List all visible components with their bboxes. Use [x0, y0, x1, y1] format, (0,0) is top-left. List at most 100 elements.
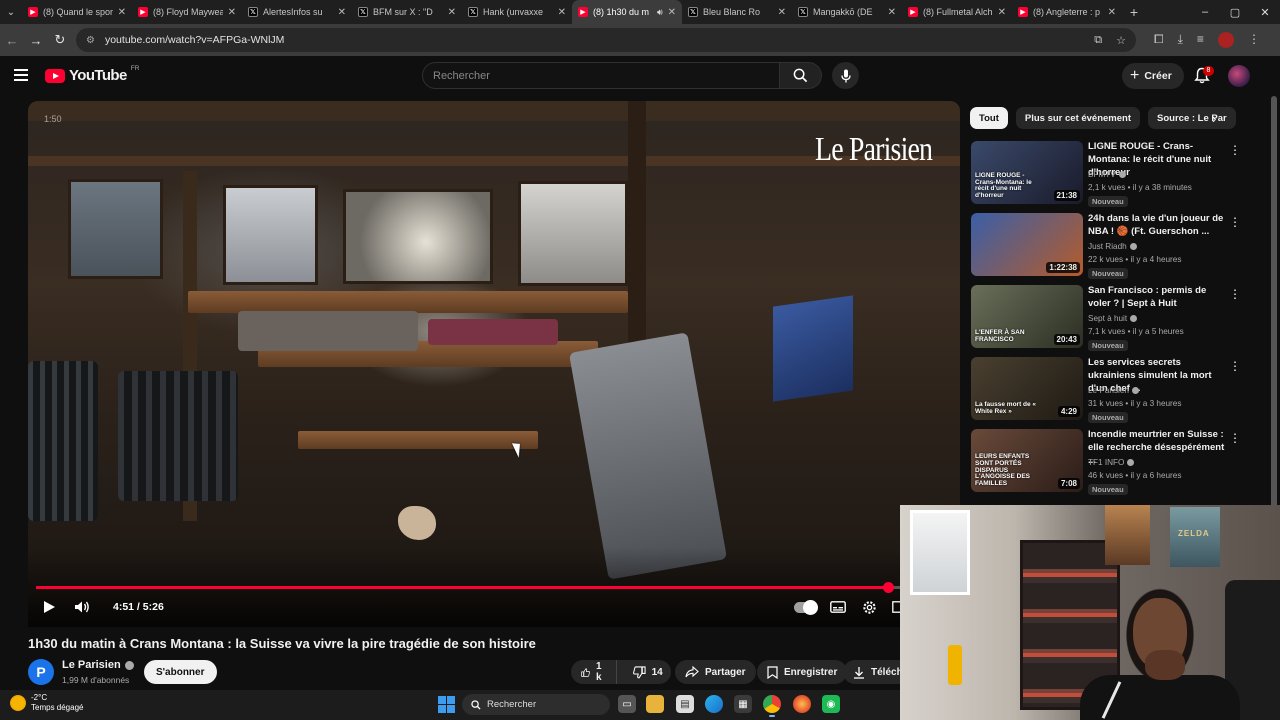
tab-close-icon[interactable]: ✕	[558, 7, 566, 18]
browser-tab[interactable]: ▶ (8) Fullmetal Alch ✕	[902, 0, 1012, 24]
channel-name[interactable]: Le Parisien	[62, 659, 121, 671]
minimize-icon[interactable]: –	[1190, 6, 1220, 18]
video-player[interactable]: 1:50 Le Parisien 4:51 / 5:26	[28, 101, 960, 627]
recommended-channel-row[interactable]: TF1 INFO	[1088, 458, 1135, 467]
media-icon[interactable]: ≡	[1197, 32, 1204, 48]
browser-tab[interactable]: ▶ (8) Quand le sport ✕	[22, 0, 132, 24]
windows-start-icon[interactable]	[438, 696, 455, 713]
video-thumbnail[interactable]: LEURS ENFANTS SONT PORTÉS DISPARUS L'ANG…	[971, 429, 1083, 492]
filter-chip[interactable]: Plus sur cet événement	[1015, 107, 1141, 129]
address-bar[interactable]: ⚙ youtube.com/watch?v=AFPGa-WNlJM ⧉ ☆	[76, 28, 1136, 52]
like-button[interactable]: 1 k	[571, 660, 617, 684]
tab-close-icon[interactable]: ✕	[338, 7, 346, 18]
chevron-right-icon[interactable]: ›	[1212, 111, 1216, 126]
account-avatar[interactable]	[1228, 65, 1250, 87]
filter-chip[interactable]: Source : Le Par	[1148, 107, 1236, 129]
close-window-icon[interactable]: ✕	[1250, 6, 1280, 19]
recommended-channel[interactable]: Just Riadh	[1088, 242, 1127, 251]
browser-tab[interactable]: ▶ (8) Floyd Maywea ✕	[132, 0, 242, 24]
browser-tab[interactable]: ▶ (8) Angleterre : p ✕	[1012, 0, 1122, 24]
youtube-logo[interactable]: YouTube FR	[45, 65, 139, 84]
recommended-video-title[interactable]: San Francisco : permis de voler ? | Sept…	[1088, 285, 1230, 311]
recommended-video[interactable]: LEURS ENFANTS SONT PORTÉS DISPARUS L'ANG…	[971, 429, 1261, 495]
search-button[interactable]	[780, 62, 822, 89]
more-options-icon[interactable]: ⋮	[1229, 431, 1241, 445]
menu-icon[interactable]	[14, 69, 28, 81]
browser-tab[interactable]: 𝕏 Hank (unvaxxe ✕	[462, 0, 572, 24]
firefox-icon[interactable]	[793, 695, 811, 713]
browser-menu-icon[interactable]: ⋮	[1248, 32, 1260, 48]
recommended-channel-row[interactable]: Sept à huit	[1088, 314, 1138, 323]
recommended-video[interactable]: LIGNE ROUGE - Crans-Montana: le récit d'…	[971, 141, 1261, 207]
chrome-icon[interactable]	[763, 695, 781, 717]
speaker-icon[interactable]: 🔊︎	[657, 7, 663, 18]
browser-tab[interactable]: 𝕏 Mangakkō (DE ✕	[792, 0, 902, 24]
recommended-video[interactable]: La fausse mort de « White Rex » 4:29 Les s…	[971, 357, 1261, 423]
tab-close-icon[interactable]: ✕	[1108, 7, 1116, 18]
taskbar-search[interactable]: Rechercher	[462, 694, 610, 715]
channel-avatar[interactable]: P	[28, 659, 54, 685]
maximize-icon[interactable]: ▢	[1220, 6, 1250, 19]
task-view-icon[interactable]: ▭	[618, 695, 636, 713]
edge-icon[interactable]	[705, 695, 723, 713]
dislike-button[interactable]: 14	[623, 660, 673, 684]
settings-button[interactable]	[862, 597, 877, 617]
recommended-channel[interactable]: TF1 INFO	[1088, 458, 1124, 467]
play-button[interactable]	[42, 597, 56, 617]
browser-tab[interactable]: 𝕏 BFM sur X : "D ✕	[352, 0, 462, 24]
install-icon[interactable]: ⧉	[1094, 34, 1102, 47]
app-green-icon[interactable]: ◉	[822, 695, 840, 713]
recommended-video-title[interactable]: 24h dans la vie d'un joueur de NBA ! 🏀 (…	[1088, 213, 1230, 239]
filter-chip[interactable]: Tout	[970, 107, 1008, 129]
voice-search-button[interactable]	[832, 62, 859, 89]
browser-tab[interactable]: 𝕏 Bleu Blanc Ro ✕	[682, 0, 792, 24]
tab-search-icon[interactable]: ⌄	[0, 0, 22, 24]
search-input[interactable]	[433, 69, 769, 82]
tab-close-icon[interactable]: ✕	[448, 7, 456, 18]
create-button[interactable]: + Créer	[1122, 63, 1184, 89]
browser-tab[interactable]: 𝕏 AlertesInfos su ✕	[242, 0, 352, 24]
recommended-channel[interactable]: BFMTV	[1088, 170, 1116, 179]
reload-icon[interactable]: ↻	[48, 28, 72, 52]
video-thumbnail[interactable]: 1:22:38	[971, 213, 1083, 276]
video-thumbnail[interactable]: La fausse mort de « White Rex » 4:29	[971, 357, 1083, 420]
recommended-video[interactable]: 1:22:38 24h dans la vie d'un joueur de NB…	[971, 213, 1261, 279]
tab-close-icon[interactable]: ✕	[998, 7, 1006, 18]
recommended-channel[interactable]: Sept à huit	[1088, 314, 1127, 323]
video-thumbnail[interactable]: LIGNE ROUGE - Crans-Montana: le récit d'…	[971, 141, 1083, 204]
recommended-channel[interactable]: Le Parisien	[1088, 386, 1129, 395]
volume-button[interactable]	[74, 597, 90, 617]
autoplay-toggle[interactable]	[794, 600, 818, 615]
new-tab-button[interactable]: +	[1122, 4, 1146, 20]
recommended-channel-row[interactable]: BFMTV	[1088, 170, 1126, 179]
channel-name-row[interactable]: Le Parisien	[62, 659, 134, 671]
recommended-channel-row[interactable]: Le Parisien	[1088, 386, 1139, 395]
store-icon[interactable]: ▦	[734, 695, 752, 713]
download-icon[interactable]: ⤓	[1178, 32, 1183, 48]
recommended-channel-row[interactable]: Just Riadh	[1088, 242, 1137, 251]
weather-widget[interactable]: -2°C Temps dégagé	[10, 693, 83, 713]
tab-close-icon[interactable]: ✕	[778, 7, 786, 18]
profile-avatar[interactable]	[1217, 32, 1234, 48]
scrubber-handle[interactable]	[882, 582, 894, 593]
progress-bar[interactable]	[36, 582, 952, 593]
tab-close-icon[interactable]: ✕	[888, 7, 896, 18]
tab-close-icon[interactable]: ✕	[118, 7, 126, 18]
site-info-icon[interactable]: ⚙	[86, 35, 95, 46]
recommended-video[interactable]: L'ENFER À SAN FRANCISCO 20:43 San Francisc…	[971, 285, 1261, 351]
share-button[interactable]: Partager	[675, 660, 756, 684]
browser-tab[interactable]: ▶ (8) 1h30 du m 🔊︎ ✕	[572, 0, 682, 24]
more-options-icon[interactable]: ⋮	[1229, 287, 1241, 301]
back-icon[interactable]: ←	[0, 28, 24, 52]
bookmark-star-icon[interactable]: ☆	[1116, 34, 1126, 47]
subscribe-button[interactable]: S'abonner	[144, 660, 217, 684]
extensions-icon[interactable]: ⧠	[1154, 32, 1164, 48]
forward-icon[interactable]: →	[24, 28, 48, 52]
more-options-icon[interactable]: ⋮	[1229, 143, 1241, 157]
notepad-icon[interactable]: ▤	[676, 695, 694, 713]
more-options-icon[interactable]: ⋮	[1229, 359, 1241, 373]
video-thumbnail[interactable]: L'ENFER À SAN FRANCISCO 20:43	[971, 285, 1083, 348]
file-explorer-icon[interactable]	[646, 695, 664, 713]
tab-close-icon[interactable]: ✕	[228, 7, 236, 18]
more-options-icon[interactable]: ⋮	[1229, 215, 1241, 229]
